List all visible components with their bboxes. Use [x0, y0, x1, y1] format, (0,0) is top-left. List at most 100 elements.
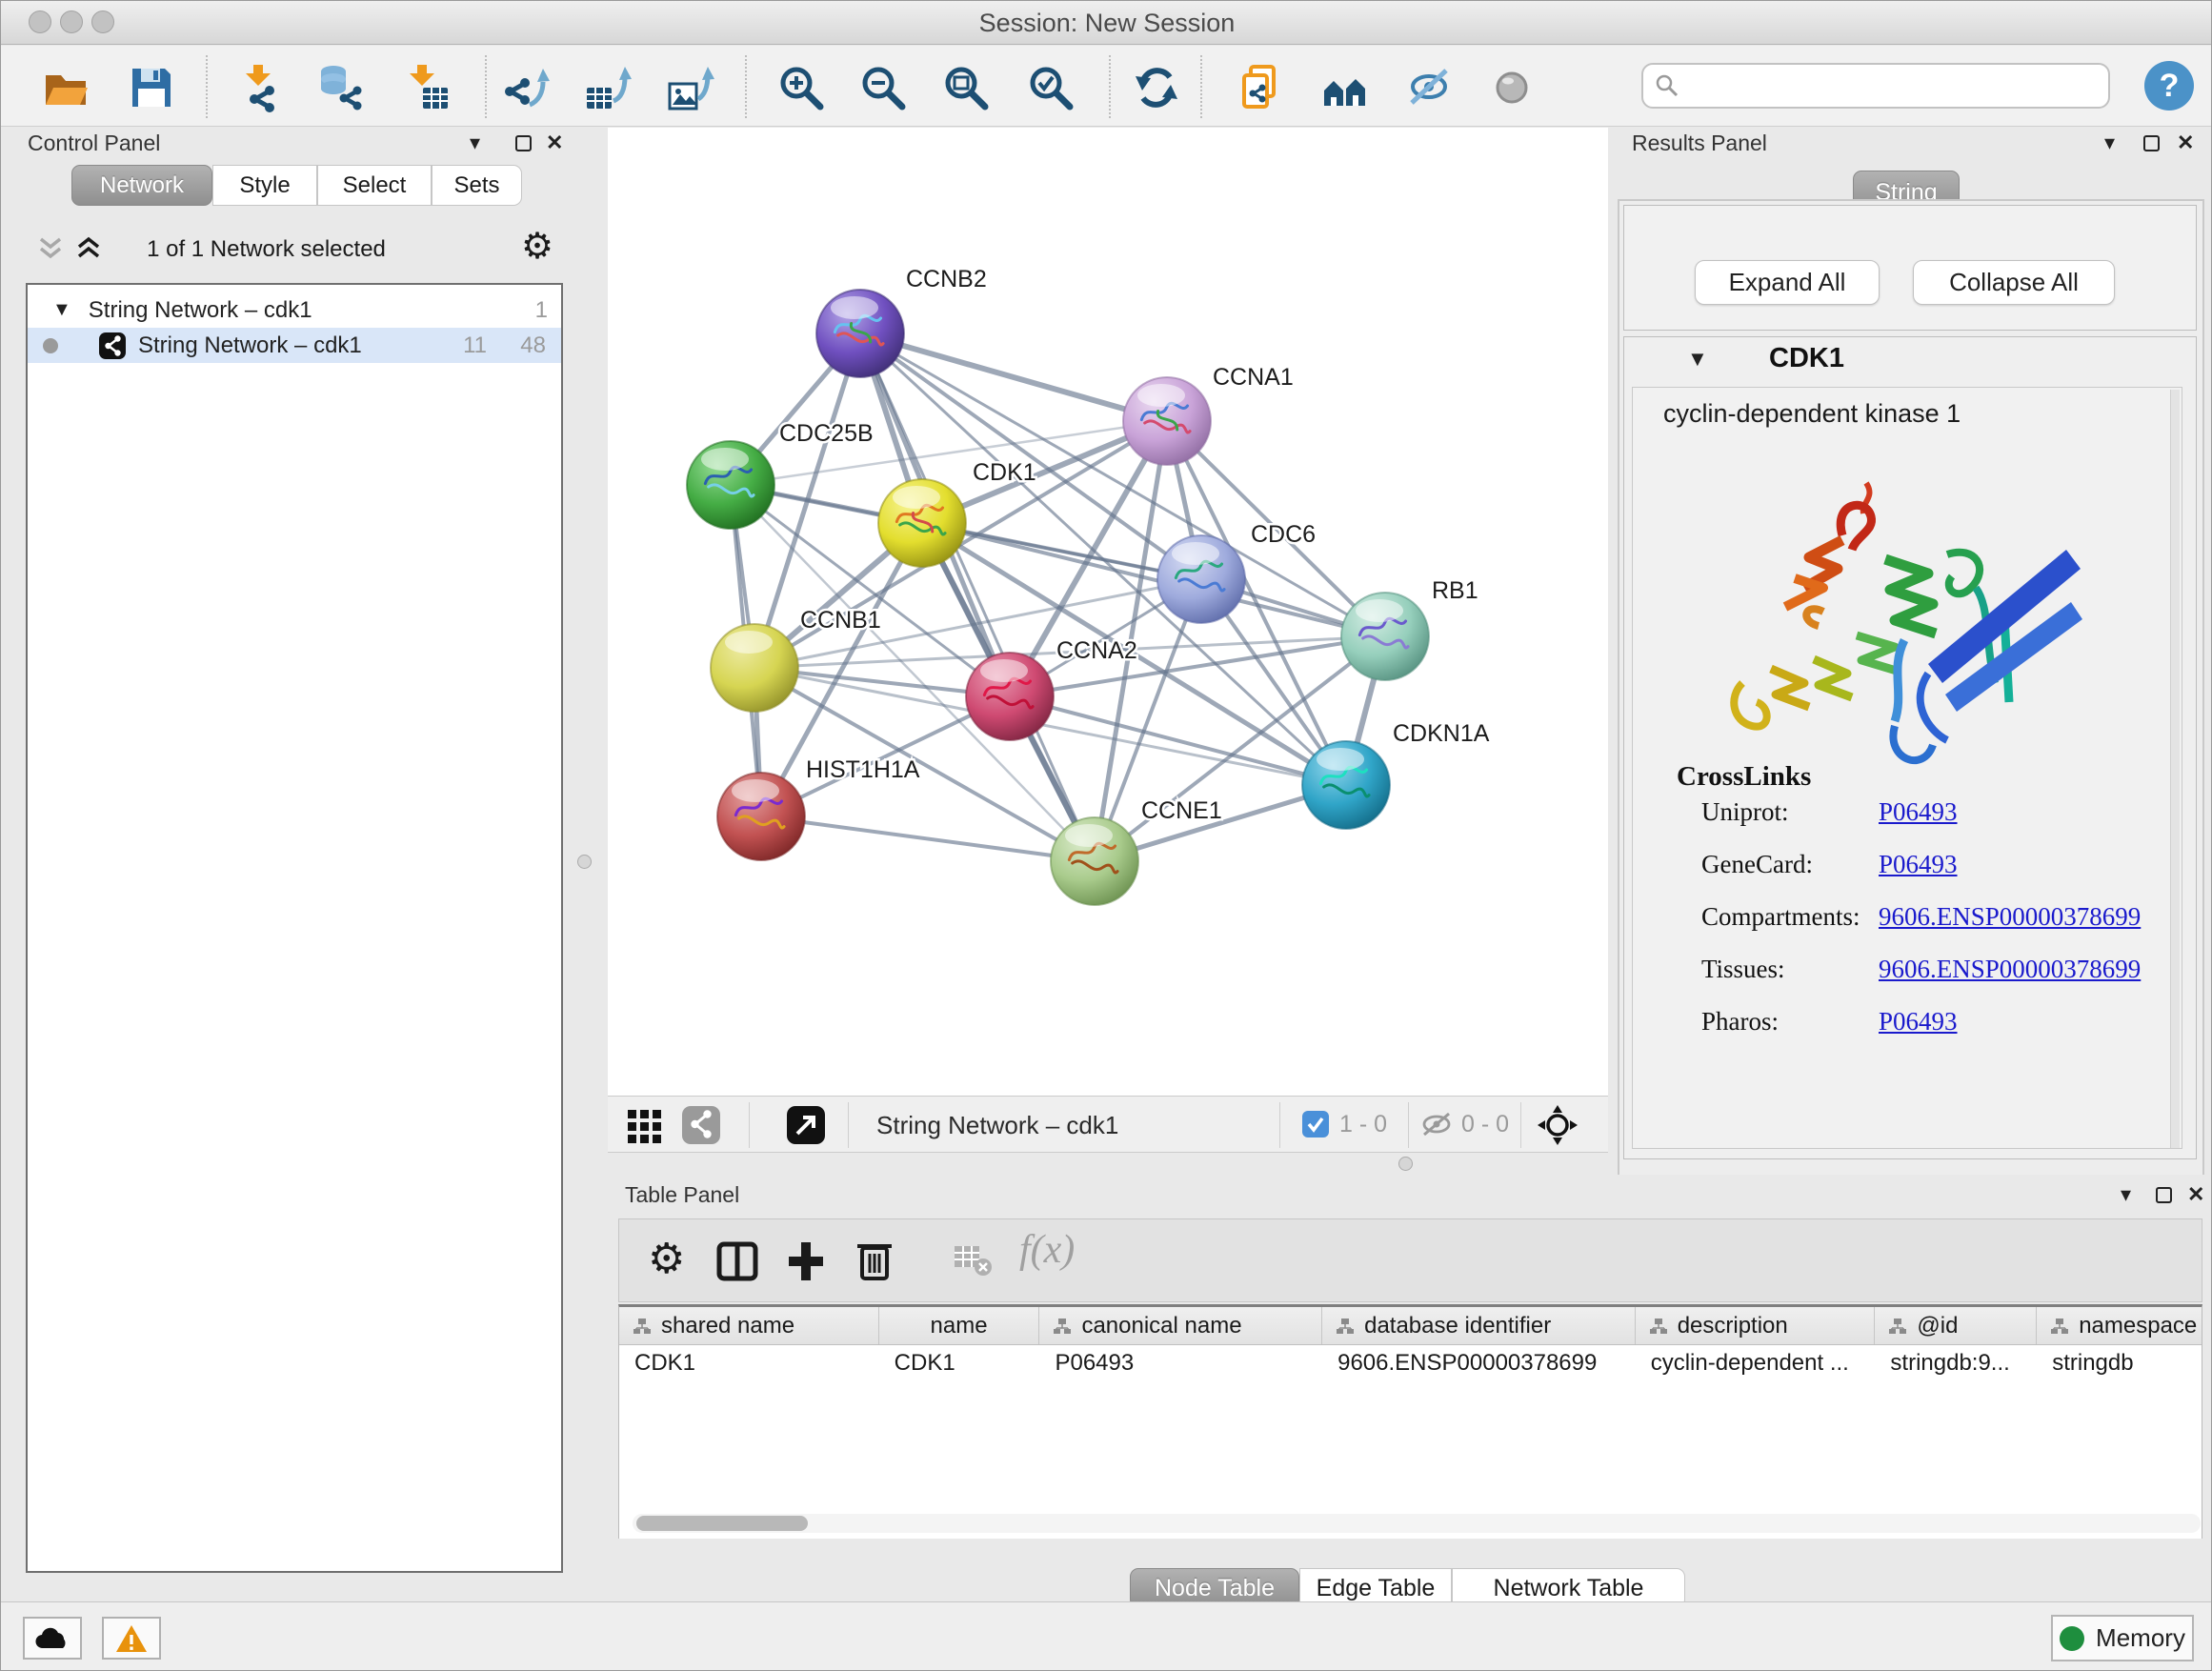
column-header[interactable]: name [879, 1307, 1040, 1344]
zoom-selected-icon[interactable] [1021, 60, 1080, 115]
zoom-in-icon[interactable] [772, 60, 831, 115]
control-panel-close-icon[interactable]: ✕ [546, 131, 563, 155]
network-node-CCNB2[interactable] [816, 290, 904, 377]
open-session-icon[interactable] [36, 60, 95, 115]
results-panel-float-icon[interactable] [2143, 135, 2160, 151]
column-header[interactable]: @id [1875, 1307, 2037, 1344]
results-scrollbar[interactable] [2170, 390, 2180, 1148]
network-node-RB1[interactable] [1341, 593, 1429, 680]
network-node-CCNA2[interactable] [966, 653, 1054, 740]
network-row[interactable]: String Network – cdk1 11 48 [28, 328, 561, 363]
table-divider-handle[interactable] [1398, 1157, 1413, 1171]
table-panel-float-icon[interactable] [2156, 1187, 2172, 1203]
results-button-row: Expand All Collapse All [1623, 205, 2197, 331]
string-badge-icon[interactable] [680, 1104, 722, 1146]
cytoscape-window: Session: New Session [0, 0, 2212, 1671]
results-panel-close-icon[interactable]: ✕ [2177, 131, 2194, 155]
open-in-window-icon[interactable] [785, 1104, 827, 1146]
table-panel-title: Table Panel [625, 1182, 739, 1208]
network-collection-row[interactable]: ▼ String Network – cdk1 1 [28, 292, 561, 328]
export-network-icon[interactable] [496, 60, 555, 115]
network-node-CDKN1A[interactable] [1302, 741, 1390, 829]
help-icon[interactable]: ? [2144, 61, 2194, 111]
network-node-CCNB1[interactable] [711, 624, 798, 712]
search-input[interactable] [1679, 71, 2080, 100]
tab-style[interactable]: Style [212, 165, 317, 206]
delete-table-icon[interactable] [953, 1244, 995, 1278]
show-columns-icon[interactable] [714, 1238, 760, 1284]
expand-all-button[interactable]: Expand All [1695, 260, 1880, 305]
cloud-status-button[interactable] [23, 1617, 82, 1660]
import-table-icon[interactable] [397, 60, 456, 115]
collection-expander-icon[interactable]: ▼ [52, 299, 71, 321]
network-node-CDK1[interactable] [878, 479, 966, 567]
crosslink-link[interactable]: P06493 [1879, 1007, 1958, 1037]
control-panel-float-icon[interactable] [515, 135, 532, 151]
crosslink-link[interactable]: P06493 [1879, 850, 1958, 879]
import-network-database-icon[interactable] [310, 60, 369, 115]
control-panel-menu-icon[interactable]: ▾ [470, 131, 480, 155]
column-header[interactable]: shared name [619, 1307, 879, 1344]
selected-checkbox-icon[interactable] [1301, 1110, 1330, 1138]
network-edge[interactable] [1010, 696, 1346, 785]
import-network-file-icon[interactable] [230, 60, 289, 115]
network-node-CDC6[interactable] [1157, 535, 1245, 623]
network-canvas[interactable]: CCNB2CCNA1CDC25BCDK1CDC6RB1CCNB1CCNA2CDK… [608, 128, 1608, 1096]
node-label: CCNB1 [800, 607, 881, 634]
fit-content-crosshair-icon[interactable] [1537, 1104, 1579, 1146]
crosslink-label: Uniprot: [1701, 797, 1789, 827]
table-horizontal-scrollbar[interactable] [633, 1514, 2201, 1533]
table-toolbar: ⚙ f(x) [618, 1218, 2202, 1302]
column-header[interactable]: namespace [2037, 1307, 2202, 1344]
refresh-icon[interactable] [1127, 60, 1186, 115]
zoom-fit-icon[interactable] [936, 60, 995, 115]
toolbar-separator [1109, 55, 1111, 118]
table-panel-menu-icon[interactable]: ▾ [2121, 1182, 2131, 1207]
table-panel-close-icon[interactable]: ✕ [2187, 1182, 2204, 1207]
crosslink-link[interactable]: P06493 [1879, 797, 1958, 827]
network-options-gear-icon[interactable]: ⚙ [521, 225, 553, 268]
toolbar-separator [1200, 55, 1202, 118]
birds-eye-view-icon[interactable] [624, 1104, 666, 1146]
memory-button[interactable]: Memory [2051, 1615, 2194, 1661]
clone-network-icon[interactable] [1231, 60, 1290, 115]
hidden-eye-slash-icon[interactable] [1419, 1110, 1454, 1138]
left-divider-handle[interactable] [577, 855, 592, 869]
tab-sets[interactable]: Sets [432, 165, 522, 206]
gene-section-header[interactable]: ▼ CDK1 [1624, 337, 2196, 381]
network-edge[interactable] [761, 816, 1095, 861]
session-home-icon[interactable] [1316, 60, 1375, 115]
network-node-CDC25B[interactable] [687, 441, 774, 529]
export-table-icon[interactable] [578, 60, 637, 115]
crosslinks-title: CrossLinks [1677, 761, 1811, 793]
column-header[interactable]: database identifier [1322, 1307, 1636, 1344]
scrollbar-thumb[interactable] [636, 1516, 808, 1531]
tab-network[interactable]: Network [71, 165, 212, 206]
string-network-icon [98, 332, 127, 360]
delete-column-icon[interactable] [852, 1237, 897, 1282]
zoom-out-icon[interactable] [854, 60, 913, 115]
tab-select[interactable]: Select [317, 165, 432, 206]
export-image-icon[interactable] [661, 60, 720, 115]
results-panel-menu-icon[interactable]: ▾ [2104, 131, 2115, 155]
hide-graphics-details-icon[interactable] [1399, 60, 1458, 115]
crosslink-link[interactable]: 9606.ENSP00000378699 [1879, 955, 2141, 984]
crosslink-label: Compartments: [1701, 902, 1860, 932]
warnings-button[interactable] [102, 1617, 161, 1660]
add-column-icon[interactable] [783, 1238, 829, 1284]
network-node-HIST1H1A[interactable] [717, 773, 805, 860]
table-options-gear-icon[interactable]: ⚙ [648, 1235, 685, 1283]
network-node-CCNA1[interactable] [1123, 377, 1211, 465]
netbar-separator [1408, 1102, 1409, 1148]
network-node-CCNE1[interactable] [1051, 817, 1138, 905]
table-row[interactable]: CDK1 CDK1 P06493 9606.ENSP00000378699 cy… [619, 1345, 2202, 1381]
gene-expander-icon[interactable]: ▼ [1687, 347, 1708, 372]
save-session-icon[interactable] [122, 60, 181, 115]
crosslink-link[interactable]: 9606.ENSP00000378699 [1879, 902, 2141, 932]
column-header[interactable]: canonical name [1039, 1307, 1322, 1344]
column-header[interactable]: description [1636, 1307, 1876, 1344]
node-label: CDC6 [1251, 521, 1316, 548]
collapse-all-button[interactable]: Collapse All [1913, 260, 2115, 305]
show-graphics-details-icon[interactable] [1482, 60, 1541, 115]
function-builder-icon[interactable]: f(x) [1019, 1227, 1075, 1273]
